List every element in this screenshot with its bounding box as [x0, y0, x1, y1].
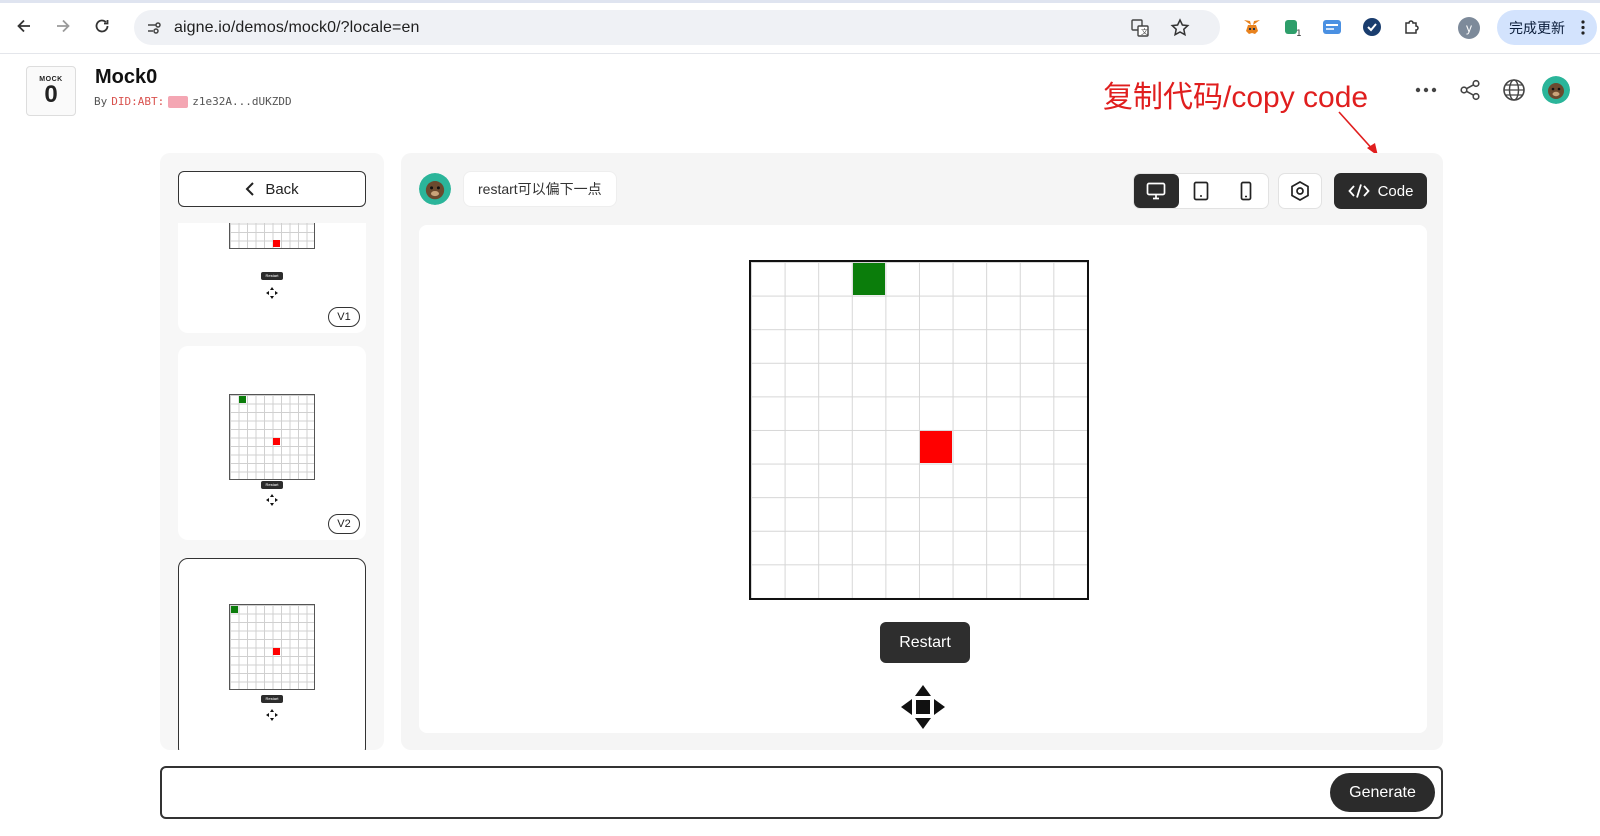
window-extension-icon[interactable]: [1320, 15, 1344, 39]
update-label: 完成更新: [1509, 19, 1565, 36]
game-board[interactable]: [749, 260, 1089, 600]
app-author: By DID:ABT: z1e32A...dUKZDD: [94, 95, 292, 108]
version-thumbnail: [229, 604, 315, 690]
copy-code-annotation: 复制代码/copy code: [1103, 81, 1369, 114]
code-button[interactable]: Code: [1334, 173, 1427, 209]
hexagon-settings-icon: [1291, 181, 1309, 201]
svg-text:文: 文: [1141, 27, 1148, 36]
mobile-view-button[interactable]: [1223, 174, 1268, 208]
app-title: Mock0: [95, 66, 158, 88]
did-value[interactable]: z1e32A...dUKZDD: [192, 95, 291, 108]
by-label: By: [94, 95, 108, 108]
version-card-current[interactable]: Restart: [178, 558, 366, 750]
generate-button[interactable]: Generate: [1330, 773, 1435, 812]
food-item: [920, 431, 952, 463]
update-button[interactable]: 完成更新: [1497, 10, 1597, 45]
bookmark-star-icon[interactable]: [1170, 18, 1190, 38]
prompt-input[interactable]: [172, 778, 1312, 808]
thumb-snake: [231, 606, 238, 613]
logo-digit: 0: [44, 80, 58, 108]
browser-toolbar: aigne.io/demos/mock0/?locale=en 文 1 y 完成…: [0, 0, 1600, 54]
address-bar[interactable]: aigne.io/demos/mock0/?locale=en 文: [134, 10, 1220, 45]
prompt-chip: restart可以偏下一点: [463, 171, 617, 207]
profile-avatar[interactable]: y: [1458, 17, 1480, 39]
snake-head: [852, 263, 885, 295]
board-grid: [751, 262, 1087, 598]
back-label: Back: [265, 180, 299, 198]
app-logo[interactable]: MOCK 0: [26, 66, 76, 116]
thumb-restart-button: Restart: [261, 272, 283, 280]
back-button[interactable]: Back: [178, 171, 366, 207]
thumb-dpad-icon: [266, 494, 278, 506]
restart-button[interactable]: Restart: [880, 622, 970, 663]
version-thumbnail: [229, 223, 315, 249]
version-badge-v1: V1: [328, 307, 360, 327]
check-extension-icon[interactable]: [1360, 15, 1384, 39]
app-preview-frame[interactable]: Restart: [419, 225, 1427, 733]
preview-panel: restart可以偏下一点 Code Restart: [401, 153, 1443, 750]
thumb-food: [273, 240, 280, 247]
globe-icon[interactable]: [1501, 77, 1527, 103]
code-label: Code: [1377, 182, 1414, 200]
thumb-food: [273, 648, 280, 655]
thumb-restart-button: Restart: [261, 695, 283, 703]
thumb-snake: [239, 396, 246, 403]
url-text[interactable]: aigne.io/demos/mock0/?locale=en: [174, 19, 419, 37]
wallet-extension-icon[interactable]: 1: [1281, 15, 1305, 39]
version-list[interactable]: Restart V1 Restart V2 Restart: [178, 223, 366, 750]
share-icon[interactable]: [1457, 77, 1483, 103]
site-settings-icon[interactable]: [146, 20, 162, 36]
version-card-v1[interactable]: Restart V1: [178, 223, 366, 333]
prompt-text: restart可以偏下一点: [478, 181, 602, 197]
did-avatar-chip: [168, 95, 189, 108]
prompt-composer: [160, 766, 1443, 819]
desktop-icon: [1146, 182, 1166, 200]
metamask-extension-icon[interactable]: [1240, 15, 1264, 39]
back-arrow-icon[interactable]: [11, 13, 37, 39]
thumb-food: [273, 438, 280, 445]
kebab-menu-icon: [1581, 20, 1585, 35]
tablet-view-button[interactable]: [1179, 174, 1224, 208]
did-label: DID:ABT:: [111, 95, 165, 108]
prompt-user-avatar: [419, 173, 451, 205]
puzzle-extensions-icon[interactable]: [1400, 15, 1424, 39]
tab-strip-edge: [0, 0, 1600, 3]
version-sidebar: Back Restart V1 Restart V2 Restart: [160, 153, 384, 750]
device-switcher: [1133, 173, 1269, 209]
translate-icon[interactable]: 文: [1130, 18, 1150, 38]
svg-text:1: 1: [1296, 29, 1302, 38]
settings-button[interactable]: [1278, 173, 1322, 209]
tablet-icon: [1193, 181, 1209, 201]
version-thumbnail: [229, 394, 315, 480]
forward-arrow-icon[interactable]: [50, 13, 76, 39]
thumb-restart-button: Restart: [261, 481, 283, 489]
reload-icon[interactable]: [89, 13, 115, 39]
more-icon[interactable]: [1413, 77, 1439, 103]
thumb-dpad-icon: [266, 287, 278, 299]
code-icon: [1347, 184, 1370, 198]
version-card-v2[interactable]: Restart V2: [178, 346, 366, 540]
user-avatar[interactable]: [1542, 76, 1570, 104]
thumb-dpad-icon: [266, 709, 278, 721]
dpad-controls-icon[interactable]: [899, 683, 947, 731]
mobile-icon: [1240, 181, 1252, 201]
chevron-left-icon: [245, 182, 255, 196]
desktop-view-button[interactable]: [1134, 174, 1179, 208]
version-badge-v2: V2: [328, 514, 360, 534]
